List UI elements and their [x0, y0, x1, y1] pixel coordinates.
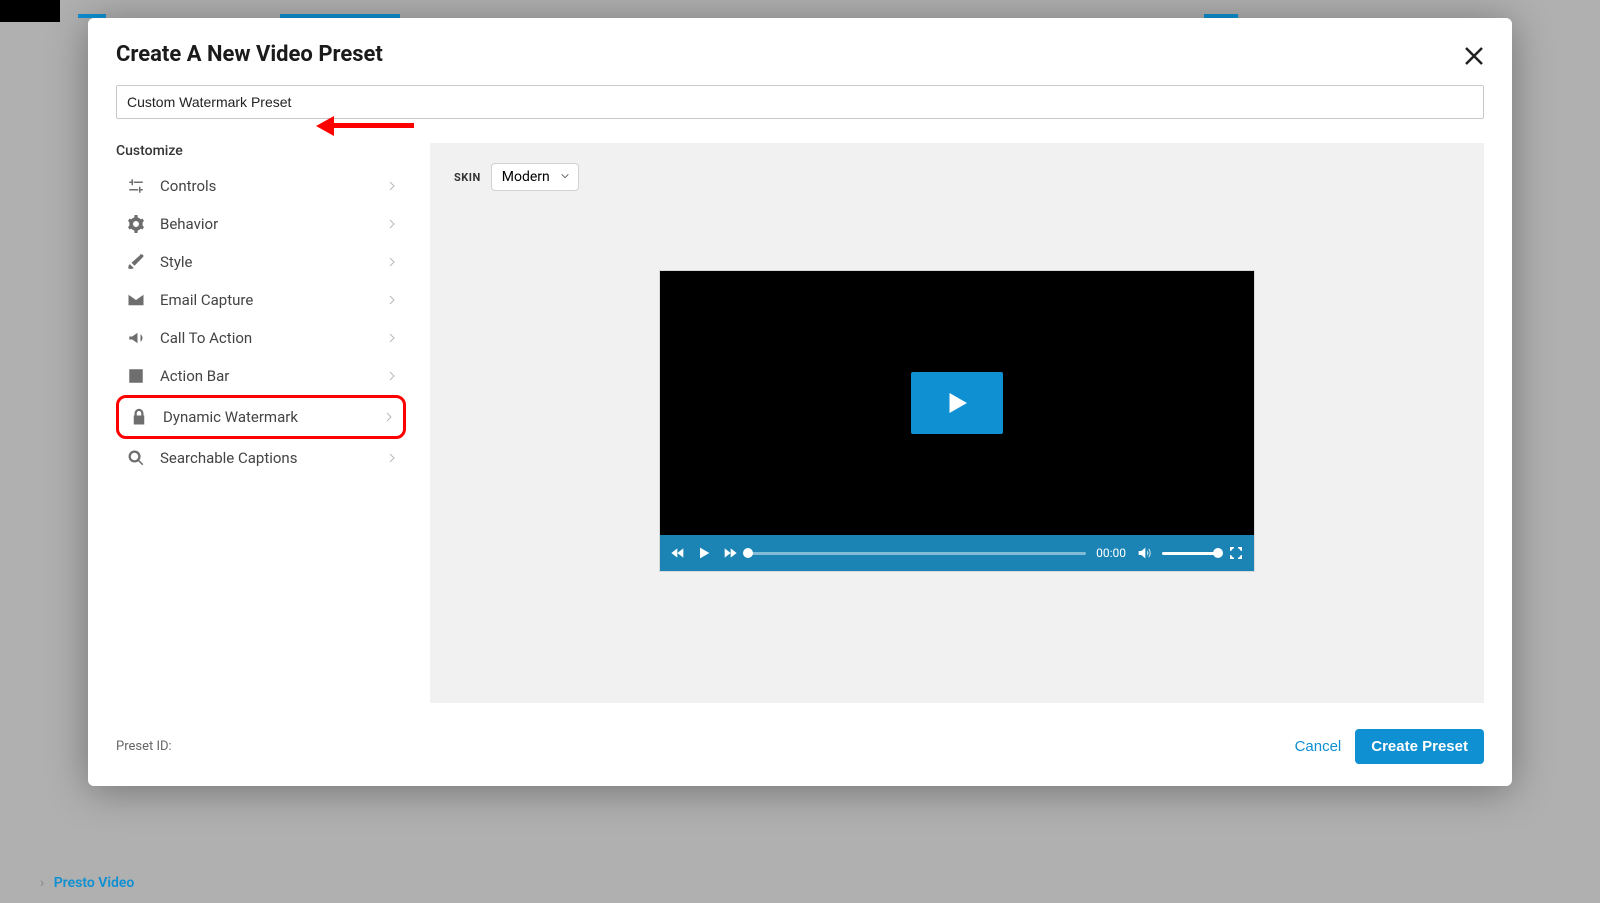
fast-forward-button[interactable]: [722, 545, 738, 561]
close-icon: [1462, 44, 1486, 68]
sidebar-item-label: Action Bar: [160, 367, 386, 385]
player-controls-bar: 00:00: [660, 535, 1254, 571]
sidebar-item-label: Email Capture: [160, 291, 386, 309]
sidebar-heading: Customize: [116, 143, 406, 159]
preview-panel: SKIN Modern: [430, 143, 1484, 703]
player-canvas[interactable]: [660, 271, 1254, 535]
fast-forward-icon: [722, 545, 738, 561]
player-time: 00:00: [1096, 546, 1126, 560]
sidebar-item-style[interactable]: Style: [116, 243, 406, 281]
megaphone-icon: [126, 328, 146, 348]
lock-icon: [129, 407, 149, 427]
progress-thumb[interactable]: [743, 548, 753, 558]
chevron-right-icon: [386, 253, 398, 272]
chevron-right-icon: [383, 408, 395, 427]
sidebar-item-label: Controls: [160, 177, 386, 195]
sidebar-item-email-capture[interactable]: Email Capture: [116, 281, 406, 319]
chevron-right-icon: [386, 329, 398, 348]
fullscreen-icon: [1228, 545, 1244, 561]
big-play-button[interactable]: [911, 372, 1003, 434]
play-icon: [942, 388, 972, 418]
rewind-icon: [670, 545, 686, 561]
wp-admin-sidebar-fragment: [0, 0, 60, 22]
cancel-button[interactable]: Cancel: [1281, 730, 1356, 763]
breadcrumb: › Presto Video: [34, 875, 134, 891]
chart-icon: [126, 366, 146, 386]
play-button[interactable]: [696, 545, 712, 561]
play-icon: [696, 545, 712, 561]
sidebar-item-label: Call To Action: [160, 329, 386, 347]
sidebar-item-searchable-captions[interactable]: Searchable Captions: [116, 439, 406, 477]
create-preset-modal: Create A New Video Preset Customize Cont…: [88, 18, 1512, 786]
breadcrumb-link[interactable]: Presto Video: [54, 875, 135, 891]
search-icon: [126, 448, 146, 468]
sidebar-item-label: Behavior: [160, 215, 386, 233]
close-button[interactable]: [1456, 38, 1492, 78]
preset-name-input[interactable]: [116, 85, 1484, 119]
rewind-button[interactable]: [670, 545, 686, 561]
sidebar-item-call-to-action[interactable]: Call To Action: [116, 319, 406, 357]
sidebar-item-label: Style: [160, 253, 386, 271]
sidebar-item-label: Searchable Captions: [160, 449, 386, 467]
fullscreen-button[interactable]: [1228, 545, 1244, 561]
skin-select[interactable]: Modern: [491, 163, 579, 191]
mail-icon: [126, 290, 146, 310]
sidebar-item-dynamic-watermark[interactable]: Dynamic Watermark: [116, 395, 406, 439]
chevron-right-icon: [386, 177, 398, 196]
volume-button[interactable]: [1136, 545, 1152, 561]
gear-icon: [126, 214, 146, 234]
volume-thumb[interactable]: [1213, 548, 1223, 558]
chevron-right-icon: [386, 291, 398, 310]
modal-title: Create A New Video Preset: [116, 42, 1484, 67]
preset-id-label: Preset ID:: [116, 739, 172, 754]
skin-label: SKIN: [454, 171, 481, 184]
volume-icon: [1136, 545, 1152, 561]
chevron-down-icon: [560, 169, 570, 185]
sidebar-item-action-bar[interactable]: Action Bar: [116, 357, 406, 395]
chevron-right-icon: [386, 367, 398, 386]
chevron-right-icon: [386, 215, 398, 234]
customize-sidebar: Customize Controls Behavior Style Email …: [116, 143, 406, 477]
chevron-right-icon: [386, 449, 398, 468]
sidebar-item-behavior[interactable]: Behavior: [116, 205, 406, 243]
skin-select-value: Modern: [502, 169, 550, 185]
video-player-preview: 00:00: [660, 271, 1254, 571]
create-preset-button[interactable]: Create Preset: [1355, 729, 1484, 764]
sliders-icon: [126, 176, 146, 196]
sidebar-item-label: Dynamic Watermark: [163, 408, 383, 426]
progress-bar[interactable]: [748, 552, 1086, 555]
brush-icon: [126, 252, 146, 272]
volume-slider[interactable]: [1162, 552, 1218, 555]
sidebar-item-controls[interactable]: Controls: [116, 167, 406, 205]
